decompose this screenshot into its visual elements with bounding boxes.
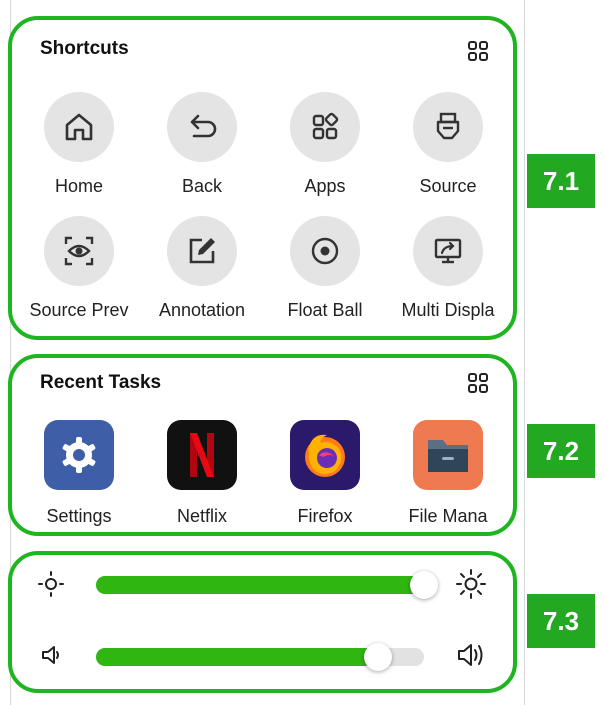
volume-low-icon: [42, 646, 59, 664]
recent-tasks-grid-icon[interactable]: [467, 372, 489, 394]
annotation-pen-icon: [189, 238, 215, 264]
brightness-slider[interactable]: [96, 571, 438, 599]
shortcut-apps[interactable]: Apps: [263, 92, 387, 197]
recent-app-file-manager[interactable]: File Mana: [386, 420, 510, 527]
home-icon: [65, 113, 93, 141]
back-arrow-icon: [190, 114, 217, 138]
recent-app-file-manager-label: File Mana: [408, 506, 488, 526]
recent-app-settings-label: Settings: [46, 506, 112, 526]
brightness-slider-fill: [96, 576, 424, 594]
recent-app-netflix[interactable]: Netflix: [140, 420, 264, 527]
recent-tasks-section: Recent Tasks Settings Netflix Firefox Fi…: [8, 354, 517, 536]
shortcut-back[interactable]: Back: [140, 92, 264, 197]
volume-slider-fill: [96, 648, 378, 666]
volume-slider[interactable]: [96, 643, 424, 671]
recent-app-firefox-label: Firefox: [297, 506, 353, 526]
controls-section: [8, 551, 517, 693]
shortcut-source-preview-label: Source Prev: [29, 300, 129, 320]
firefox-icon: [305, 434, 345, 477]
source-plug-icon: [436, 112, 460, 140]
volume-slider-knob[interactable]: [364, 643, 392, 671]
shortcut-annotation-label: Annotation: [158, 300, 246, 320]
recent-app-netflix-label: Netflix: [176, 506, 227, 526]
section-badge-7-2: 7.2: [527, 424, 595, 478]
shortcuts-section: Shortcuts Home Back Apps Source Source P…: [8, 16, 517, 340]
brightness-slider-knob[interactable]: [410, 571, 438, 599]
shortcut-multi-display-label: Multi Displa: [401, 300, 495, 320]
recent-app-firefox[interactable]: Firefox: [263, 420, 387, 527]
shortcut-annotation[interactable]: Annotation: [140, 216, 264, 321]
shortcuts-title: Shortcuts: [40, 38, 129, 59]
shortcut-home[interactable]: Home: [17, 92, 141, 197]
source-preview-eye-icon: [64, 236, 94, 266]
shortcut-source-preview[interactable]: Source Prev: [17, 216, 141, 321]
multi-display-icon: [434, 238, 462, 264]
apps-icon: [312, 112, 339, 140]
shortcut-source[interactable]: Source: [386, 92, 510, 197]
shortcut-apps-label: Apps: [304, 176, 346, 196]
brightness-high-icon: [456, 569, 486, 599]
shortcut-home-label: Home: [54, 176, 103, 196]
shortcut-float-ball[interactable]: Float Ball: [263, 216, 387, 321]
shortcut-source-label: Source: [419, 176, 477, 196]
recent-tasks-title: Recent Tasks: [40, 372, 162, 393]
section-badge-7-3: 7.3: [527, 594, 595, 648]
section-badge-7-1: 7.1: [527, 154, 595, 208]
shortcut-multi-display[interactable]: Multi Displa: [386, 216, 510, 321]
recent-app-settings[interactable]: Settings: [17, 420, 141, 527]
shortcut-float-ball-label: Float Ball: [287, 300, 363, 320]
file-manager-icon: [428, 440, 468, 472]
edit-shortcuts-grid-icon[interactable]: [467, 40, 489, 62]
volume-high-icon: [458, 644, 483, 666]
float-ball-icon: [311, 237, 339, 265]
settings-gear-icon: [62, 437, 96, 473]
brightness-low-icon: [38, 571, 64, 597]
netflix-icon: [190, 433, 214, 477]
shortcut-back-label: Back: [181, 176, 223, 196]
